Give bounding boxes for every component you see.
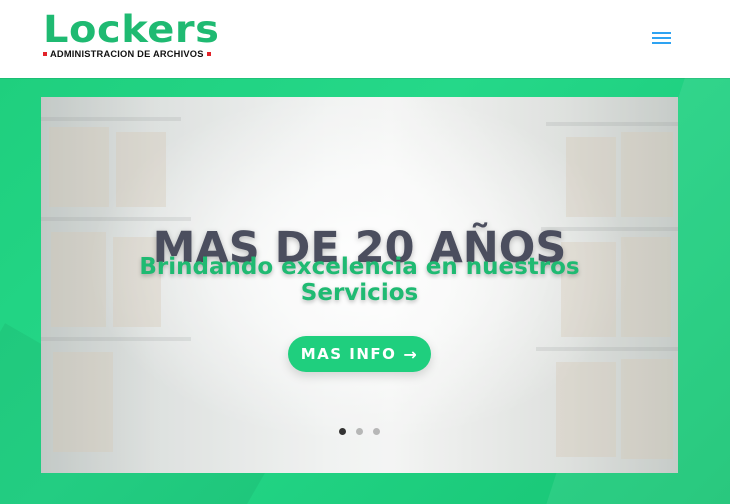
slider-pagination [336, 428, 386, 438]
logo-red-dot-icon [43, 52, 47, 56]
slide-subheadline: Brindando excelencia en nuestros Servici… [139, 254, 580, 306]
logo-red-dot-icon [206, 52, 211, 56]
logo-wordmark: Lockers [43, 8, 220, 51]
logo-tagline: ADMINISTRACION DE ARCHIVOS [50, 49, 204, 59]
site-header: Lockers ADMINISTRACION DE ARCHIVOS [0, 0, 730, 78]
slide-dot-1[interactable] [339, 428, 346, 435]
hamburger-menu-icon[interactable] [651, 29, 673, 47]
logo-tagline-row: ADMINISTRACION DE ARCHIVOS [43, 49, 247, 59]
slide-dot-3[interactable] [373, 428, 380, 435]
hero-slider: MAS DE 20 AÑOS Brindando excelencia en n… [41, 97, 678, 473]
mas-info-label: MAS INFO [300, 345, 397, 363]
arrow-right-icon: → [403, 344, 419, 364]
mas-info-button[interactable]: MAS INFO → [288, 336, 431, 372]
site-logo[interactable]: Lockers ADMINISTRACION DE ARCHIVOS [43, 8, 247, 62]
slide-dot-2[interactable] [356, 428, 363, 435]
